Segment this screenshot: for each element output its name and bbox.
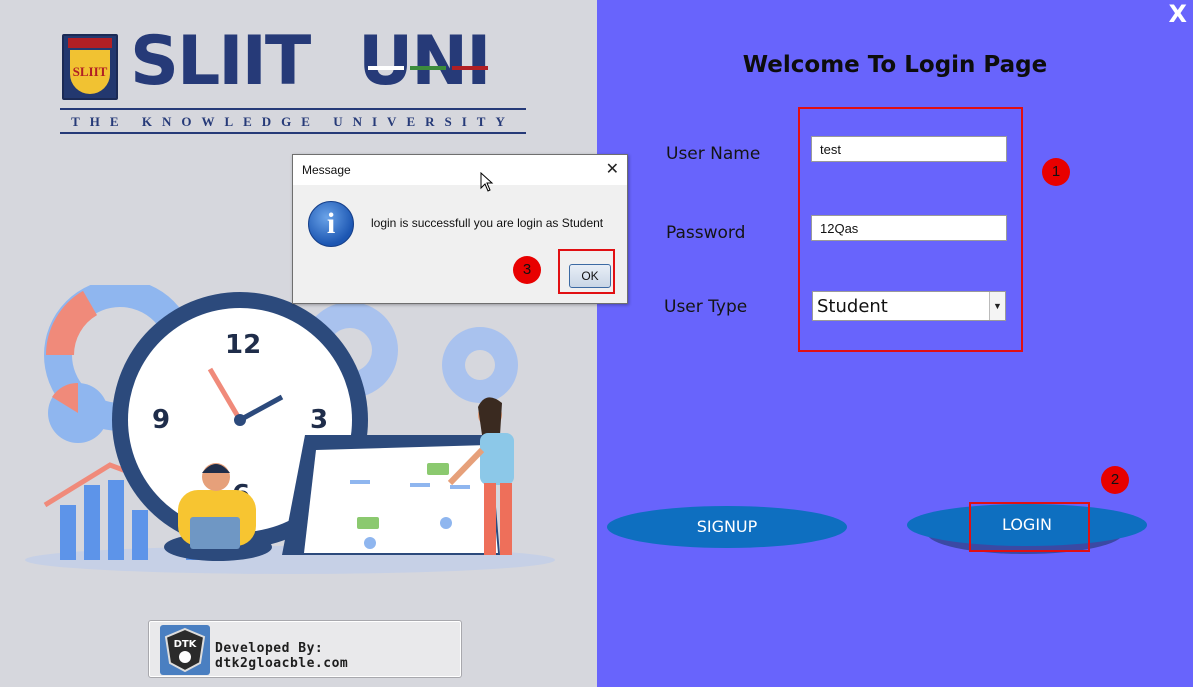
password-label: Password [666, 223, 746, 243]
dialog-message: login is successfull you are login as St… [371, 216, 604, 230]
bar-chart-icon [60, 505, 76, 560]
logo-tagline-box: THE KNOWLEDGE UNIVERSITY [60, 108, 526, 134]
clock-number-3: 3 [310, 405, 328, 435]
annotation-box-ok [558, 249, 615, 294]
mouse-cursor-icon [480, 172, 494, 192]
left-panel: SLIIT SLIIT UNI THE KNOWLEDGE UNIVERSITY [0, 0, 597, 687]
dialog-titlebar[interactable]: Message ✕ [293, 155, 627, 185]
page-title-text: Welcome To Login Page [742, 52, 1048, 78]
clock-number-9: 9 [152, 405, 170, 435]
annotation-box-login [969, 502, 1090, 552]
annotation-box-form [798, 107, 1023, 352]
dtk-logo-icon: DTK [160, 625, 210, 675]
username-label: User Name [666, 144, 761, 164]
info-icon: i [308, 201, 354, 247]
page-title: Welcome To Login Page [597, 52, 1193, 78]
dialog-title: Message [302, 163, 351, 177]
logo-word-sliit: SLIIT [130, 22, 311, 101]
message-dialog: Message ✕ i login is successfull you are… [292, 154, 628, 304]
annotation-marker-1: 1 [1042, 158, 1070, 186]
clock-number-12: 12 [225, 330, 261, 360]
time-management-illustration: 12 3 6 9 [25, 285, 555, 574]
logo-word-uni: UNI [358, 22, 491, 101]
close-window-button[interactable]: X [1168, 0, 1187, 28]
signup-button[interactable]: SIGNUP [607, 506, 847, 548]
usertype-label: User Type [664, 297, 748, 317]
svg-text:DTK: DTK [174, 639, 198, 650]
crest-icon: SLIIT [62, 34, 118, 100]
annotation-marker-2: 2 [1101, 466, 1129, 494]
logo-tagline: THE KNOWLEDGE UNIVERSITY [71, 114, 515, 129]
developer-credit: Developed By: dtk2gloacble.com [215, 641, 349, 671]
developer-badge[interactable]: DTK Developed By: dtk2gloacble.com [148, 620, 462, 678]
login-panel: X Welcome To Login Page User Name test P… [597, 0, 1193, 687]
dialog-close-button[interactable]: ✕ [606, 159, 619, 178]
laptop-icon [190, 517, 240, 549]
annotation-marker-3: 3 [513, 256, 541, 284]
university-logo: SLIIT SLIIT UNI THE KNOWLEDGE UNIVERSITY [58, 22, 528, 138]
